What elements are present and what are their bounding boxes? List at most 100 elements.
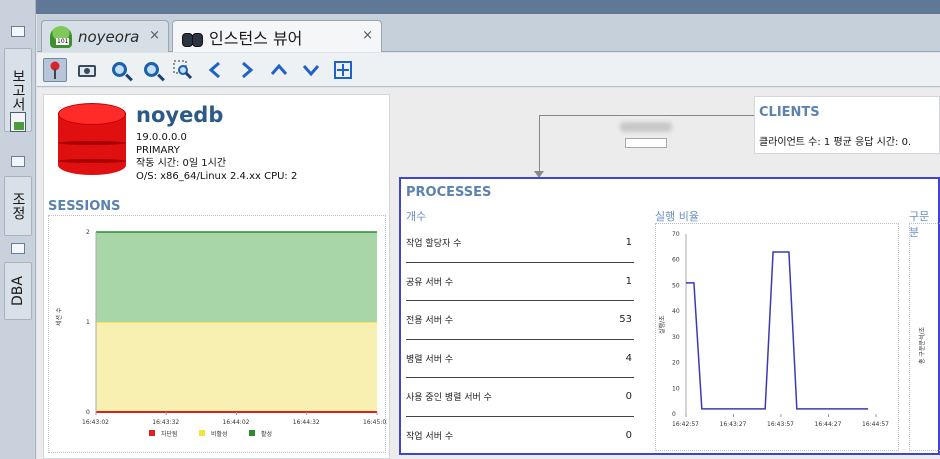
forward-icon[interactable] (235, 58, 259, 82)
database-version: 19.0.0.0.0 (136, 132, 187, 143)
sidebar-tab-tuning-label: 조정 (10, 192, 26, 220)
process-row-value: 53 (619, 314, 632, 326)
snapshot-icon[interactable] (75, 58, 99, 82)
up-icon[interactable] (267, 58, 291, 82)
sidebar-tab-reports-label: 보고서 (10, 69, 26, 111)
sidebar-tab-dba-label: DBA (10, 276, 26, 306)
process-row-value: 0 (625, 391, 632, 403)
blurred-node-box (625, 138, 667, 148)
viewer-toolbar (37, 53, 940, 87)
process-row-value: 4 (625, 352, 632, 364)
close-icon[interactable]: × (362, 28, 373, 43)
x-tick-label: 16:44:27 (815, 421, 842, 428)
process-row-label: 전용 서버 수 (406, 316, 454, 327)
legend-label: 활성 (261, 430, 272, 438)
blurred-node-label (620, 122, 672, 132)
database-panel[interactable]: noyedb 19.0.0.0.0 PRIMARY 작동 시간: 0일 1시간 … (43, 94, 390, 459)
connector-line (539, 115, 540, 177)
clients-panel[interactable]: CLIENTS 클라이언트 수: 1 평균 응답 시간: 0. (754, 96, 940, 154)
y-tick-label: 70 (672, 231, 680, 238)
parse-chart-svg: 총 구문분석/초 (918, 326, 926, 364)
area-활성 (96, 232, 377, 322)
y-axis-label: 총 구문분석/초 (918, 326, 926, 364)
instance-viewer-canvas: noyedb 19.0.0.0.0 PRIMARY 작동 시간: 0일 1시간 … (37, 88, 940, 459)
execution-ratio-chart: 70 60 50 40 30 20 10 0 16:42:57 16:43:27 16:43:57 1… (655, 223, 899, 451)
tab-noyeora[interactable]: noyeora × (41, 20, 169, 52)
y-tick-label: 2 (86, 229, 90, 236)
process-row: 사용 중인 병렬 서버 수 0 (406, 378, 634, 417)
process-count-table: 작업 할당자 수 1 공유 서버 수 1 전용 서버 수 53 병렬 서버 수 4 사용 중인 … (406, 224, 634, 455)
legend-swatch (249, 430, 255, 436)
x-tick-label: 16:42:57 (672, 421, 699, 428)
sidebar-tab-tuning[interactable]: 조정 (4, 176, 32, 236)
database-icon (58, 103, 126, 181)
database-connection-icon (50, 25, 72, 48)
y-tick-label: 50 (672, 282, 680, 289)
process-row: 작업 할당자 수 1 (406, 224, 634, 263)
editor-tab-bar: noyeora × 인스턴스 뷰어 × (37, 14, 940, 52)
x-tick-label: 16:44:02 (223, 419, 250, 426)
database-os: O/S: x86_64/Linux 2.4.xx CPU: 2 (136, 171, 298, 182)
restore-window-icon[interactable] (11, 156, 25, 167)
binoculars-icon (181, 26, 203, 48)
process-row-label: 작업 서버 수 (406, 432, 454, 443)
legend-label: 비활성 (211, 430, 228, 438)
database-uptime: 작동 시간: 0일 1시간 (136, 158, 227, 169)
database-name: noyedb (136, 103, 224, 127)
back-icon[interactable] (203, 58, 227, 82)
y-tick-label: 10 (672, 385, 680, 392)
y-tick-label: 1 (86, 319, 90, 326)
process-row-label: 작업 할당자 수 (406, 239, 462, 250)
process-row: 공유 서버 수 1 (406, 263, 634, 301)
tab-instance-viewer[interactable]: 인스턴스 뷰어 × (172, 20, 382, 52)
restore-window-icon[interactable] (11, 243, 25, 254)
close-icon[interactable]: × (149, 28, 160, 43)
database-details: 19.0.0.0.0 PRIMARY 작동 시간: 0일 1시간 O/S: x8… (136, 131, 297, 183)
process-row-value: 0 (625, 430, 632, 442)
report-icon (10, 112, 26, 132)
restore-window-icon[interactable] (11, 26, 25, 37)
clients-summary: 클라이언트 수: 1 평균 응답 시간: 0. (759, 137, 912, 148)
left-sidebar: 보고서 조정 DBA (0, 0, 36, 459)
legend-label: 차단됨 (161, 430, 178, 438)
process-row-label: 병렬 서버 수 (406, 354, 454, 365)
sessions-chart-svg: 2 1 0 16:43:02 16:43:32 16:44:02 16:44:32 16:45… (55, 229, 387, 438)
y-tick-label: 0 (672, 411, 676, 418)
y-tick-label: 30 (672, 334, 680, 341)
fit-icon[interactable] (331, 58, 355, 82)
y-tick-label: 40 (672, 308, 680, 315)
pin-icon[interactable] (43, 57, 67, 82)
y-axis-label: 세션 수 (55, 307, 63, 326)
processes-panel[interactable]: PROCESSES 개수 실행 비율 구문분 작업 할당자 수 1 공유 서버 수1… (399, 177, 940, 455)
process-row-label: 공유 서버 수 (406, 277, 454, 288)
parse-chart: 총 구문분석/초 (909, 223, 940, 451)
zoom-out-icon[interactable] (139, 58, 163, 82)
zoom-in-icon[interactable] (107, 58, 131, 82)
x-tick-label: 16:44:32 (293, 419, 320, 426)
y-axis-label: 실행/초 (658, 315, 666, 334)
area-비활성 (96, 322, 377, 412)
clients-title: CLIENTS (759, 105, 820, 120)
process-row-value: 1 (625, 237, 632, 249)
process-row-value: 1 (625, 275, 632, 287)
x-tick-label: 16:43:57 (767, 421, 794, 428)
x-tick-label: 16:43:27 (720, 421, 747, 428)
legend-swatch (199, 430, 205, 436)
ratio-header: 실행 비율 (655, 210, 699, 223)
x-tick-label: 16:43:32 (152, 419, 179, 426)
down-icon[interactable] (299, 58, 323, 82)
process-row: 작업 서버 수 0 (406, 417, 634, 456)
connector-line (539, 115, 757, 116)
sessions-title: SESSIONS (48, 199, 121, 214)
zoom-select-icon[interactable] (171, 58, 195, 82)
legend-swatch (149, 430, 155, 436)
process-row: 병렬 서버 수 4 (406, 340, 634, 378)
count-header: 개수 (406, 210, 427, 223)
window-title-strip (0, 0, 940, 14)
sessions-chart: 2 1 0 16:43:02 16:43:32 16:44:02 16:44:32 16:45… (48, 215, 387, 453)
process-row: 전용 서버 수 53 (406, 301, 634, 340)
y-tick-label: 20 (672, 360, 680, 367)
sidebar-tab-dba[interactable]: DBA (4, 262, 32, 320)
tab-label: noyeora (78, 27, 140, 46)
y-tick-label: 0 (86, 409, 90, 416)
